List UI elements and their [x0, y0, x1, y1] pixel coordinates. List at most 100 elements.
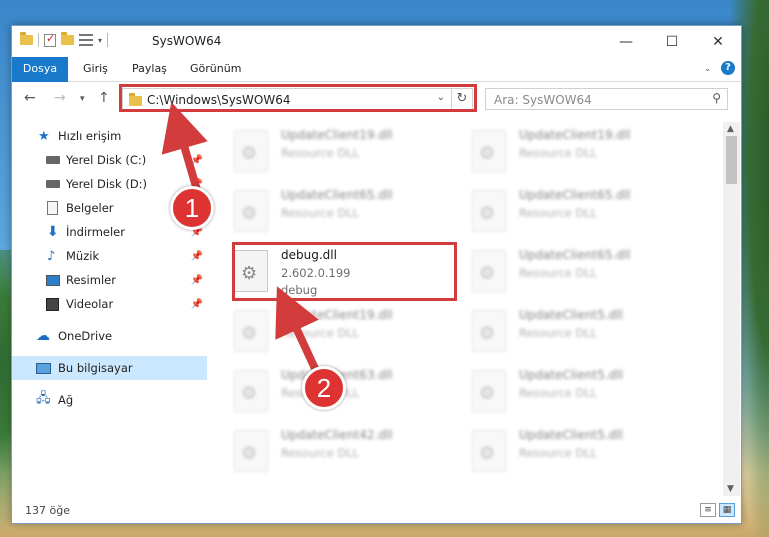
- file-description: Resource DLL: [281, 206, 360, 220]
- scroll-down-icon[interactable]: ▼: [727, 484, 734, 494]
- file-item[interactable]: UpdateClient65.dll Resource DLL: [472, 244, 682, 302]
- up-arrow-icon[interactable]: ↑: [98, 90, 110, 106]
- nav-this-pc-label: Bu bilgisayar: [58, 361, 133, 375]
- music-note-icon: ♪: [47, 248, 56, 264]
- nav-item-label: Videolar: [66, 297, 114, 311]
- dll-file-icon: [234, 430, 268, 472]
- file-name: UpdateClient5.dll: [519, 428, 623, 442]
- file-item[interactable]: UpdateClient65.dll Resource DLL: [234, 184, 444, 242]
- step-1-badge: 1: [170, 186, 214, 230]
- file-name: UpdateClient65.dll: [519, 248, 631, 262]
- close-button[interactable]: ✕: [695, 26, 741, 57]
- nav-this-pc[interactable]: Bu bilgisayar: [12, 356, 207, 380]
- nav-onedrive-label: OneDrive: [58, 329, 113, 343]
- computer-icon: [36, 362, 51, 374]
- step-2-badge: 2: [302, 366, 346, 410]
- folder-icon: [20, 32, 33, 45]
- document-icon: [47, 201, 58, 215]
- maximize-button[interactable]: ☐: [649, 26, 695, 57]
- file-description: Resource DLL: [519, 446, 598, 460]
- pin-icon[interactable]: 📌: [191, 155, 203, 166]
- file-item[interactable]: UpdateClient5.dll Resource DLL: [472, 424, 682, 482]
- window-controls: — ☐ ✕: [603, 26, 741, 57]
- file-name: UpdateClient19.dll: [519, 128, 631, 142]
- tab-view[interactable]: Görünüm: [190, 57, 241, 81]
- dll-file-icon: [472, 430, 506, 472]
- expand-ribbon-icon[interactable]: ⌄: [704, 64, 711, 73]
- tab-home[interactable]: Giriş: [83, 57, 108, 81]
- quick-access-toolbar: ▾: [20, 32, 109, 47]
- video-film-icon: [46, 297, 59, 311]
- pin-icon[interactable]: 📌: [191, 275, 203, 286]
- tab-share[interactable]: Paylaş: [132, 57, 167, 81]
- scroll-thumb[interactable]: [726, 136, 737, 184]
- dll-file-icon: [234, 310, 268, 352]
- new-folder-icon[interactable]: [61, 32, 74, 45]
- file-item[interactable]: UpdateClient19.dll Resource DLL: [234, 304, 444, 362]
- status-bar: 137 öğe ≡ ▦: [12, 500, 741, 523]
- forward-arrow-icon[interactable]: →: [54, 90, 66, 106]
- properties-check-icon[interactable]: [44, 32, 56, 47]
- nav-item-label: İndirmeler: [66, 225, 125, 239]
- pin-icon[interactable]: 📌: [191, 299, 203, 310]
- nav-quick-access[interactable]: ★ Hızlı erişim: [12, 124, 207, 148]
- large-icons-view-icon[interactable]: ▦: [719, 503, 735, 517]
- network-icon: 🖧: [36, 391, 51, 406]
- view-toggle: ≡ ▦: [700, 503, 735, 517]
- dll-file-icon: [472, 130, 506, 172]
- recent-locations-icon[interactable]: ▾: [80, 94, 85, 104]
- file-item[interactable]: UpdateClient19.dll Resource DLL: [472, 124, 682, 182]
- file-name: UpdateClient42.dll: [281, 428, 393, 442]
- nav-item-local-disk-c[interactable]: Yerel Disk (C:) 📌: [12, 148, 207, 172]
- file-item[interactable]: UpdateClient19.dll Resource DLL: [234, 124, 444, 182]
- back-arrow-icon[interactable]: ←: [24, 90, 36, 106]
- dll-file-icon: [234, 130, 268, 172]
- drive-icon: [46, 180, 60, 188]
- nav-quick-access-label: Hızlı erişim: [58, 129, 122, 143]
- cloud-icon: ☁: [36, 328, 50, 344]
- file-name: UpdateClient65.dll: [519, 188, 631, 202]
- star-icon: ★: [38, 128, 50, 144]
- nav-network-label: Ağ: [58, 393, 74, 407]
- dll-file-icon: [472, 310, 506, 352]
- toolbar-divider: [107, 33, 109, 47]
- file-item[interactable]: UpdateClient42.dll Resource DLL: [234, 424, 444, 482]
- nav-item-videos[interactable]: Videolar 📌: [12, 292, 207, 316]
- help-icon[interactable]: ?: [721, 61, 735, 75]
- nav-item-music[interactable]: ♪ Müzik 📌: [12, 244, 207, 268]
- title-bar: ▾ SysWOW64 — ☐ ✕: [12, 26, 741, 57]
- file-name: UpdateClient19.dll: [281, 308, 393, 322]
- file-item[interactable]: UpdateClient5.dll Resource DLL: [472, 364, 682, 422]
- nav-item-label: Resimler: [66, 273, 116, 287]
- scroll-up-icon[interactable]: ▲: [727, 124, 734, 134]
- pin-icon[interactable]: 📌: [191, 251, 203, 262]
- file-description: Resource DLL: [519, 206, 598, 220]
- nav-network[interactable]: 🖧 Ağ: [12, 388, 207, 412]
- dll-file-icon: [472, 250, 506, 292]
- dll-file-icon: [472, 370, 506, 412]
- search-input[interactable]: Ara: SysWOW64 ⚲: [485, 88, 728, 110]
- picture-icon: [46, 274, 60, 286]
- debug-dll-highlight-box: [232, 242, 457, 301]
- properties-icon[interactable]: [79, 34, 93, 46]
- nav-item-label: Belgeler: [66, 201, 114, 215]
- nav-item-pictures[interactable]: Resimler 📌: [12, 268, 207, 292]
- customize-dropdown-icon[interactable]: ▾: [98, 36, 102, 45]
- file-item[interactable]: UpdateClient5.dll Resource DLL: [472, 304, 682, 362]
- nav-onedrive[interactable]: ☁ OneDrive: [12, 324, 207, 348]
- vertical-scrollbar[interactable]: ▲ ▼: [723, 122, 740, 496]
- file-name: UpdateClient19.dll: [281, 128, 393, 142]
- ribbon-right-controls: ⌄ ?: [704, 61, 735, 75]
- ribbon-tabs: Dosya Giriş Paylaş Görünüm ⌄ ?: [12, 57, 741, 115]
- address-highlight-box: [119, 84, 477, 112]
- minimize-button[interactable]: —: [603, 26, 649, 57]
- nav-item-label: Müzik: [66, 249, 100, 263]
- file-description: Resource DLL: [281, 326, 360, 340]
- search-placeholder: Ara: SysWOW64: [494, 93, 592, 107]
- file-item[interactable]: UpdateClient65.dll Resource DLL: [472, 184, 682, 242]
- details-view-icon[interactable]: ≡: [700, 503, 716, 517]
- nav-item-label: Yerel Disk (C:): [66, 153, 147, 167]
- toolbar-divider: [38, 33, 39, 47]
- dll-file-icon: [234, 190, 268, 232]
- item-count: 137 öğe: [25, 504, 70, 517]
